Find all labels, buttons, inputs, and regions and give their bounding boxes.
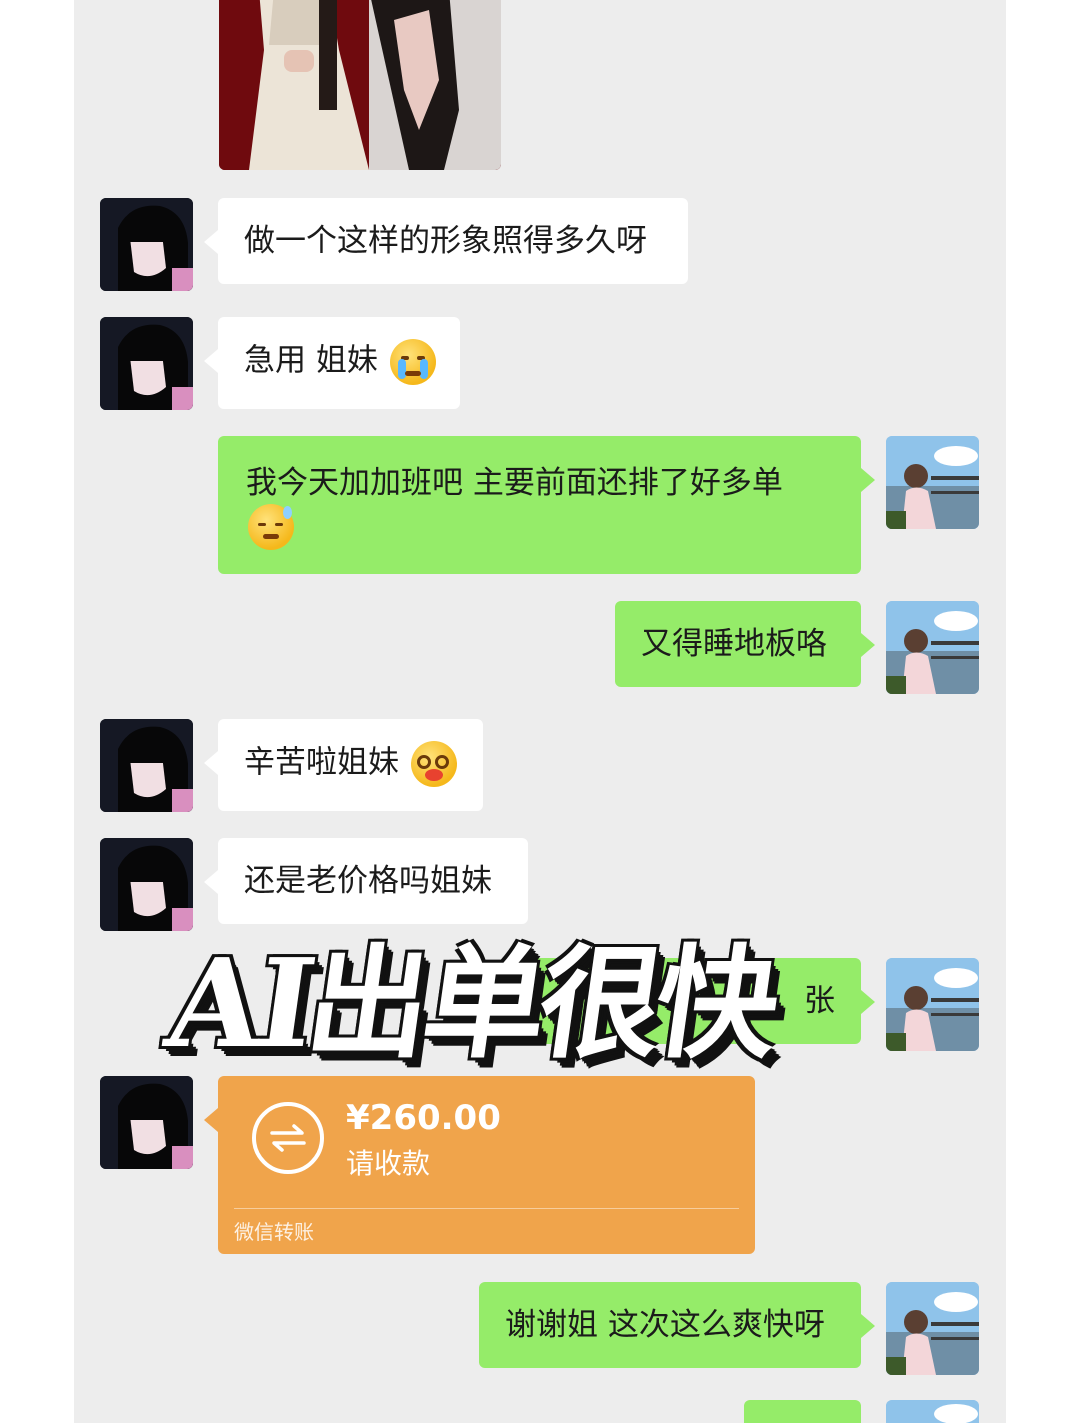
transfer-card[interactable]: ¥260.00 请收款 微信转账 [204, 1076, 755, 1254]
message-bubble-sent[interactable] [744, 1400, 861, 1423]
my-avatar[interactable] [886, 958, 979, 1051]
message-bubble-received[interactable]: 做一个这样的形象照得多久呀 [204, 198, 688, 284]
message-text: 做一个这样的形象照得多久呀 [244, 223, 647, 259]
my-avatar[interactable] [886, 601, 979, 694]
message-text: 我今天加加班吧 主要前面还排了好多单 [246, 465, 783, 501]
contact-avatar[interactable] [100, 838, 193, 931]
message-bubble-sent[interactable]: 我今天加加班吧 主要前面还排了好多单 [218, 436, 875, 574]
message-text: 谢谢姐 这次这么爽快呀 [505, 1307, 825, 1343]
message-text: 又得睡地板咯 [641, 626, 827, 662]
overlay-caption: AI出单很快 [158, 931, 783, 1075]
message-text: 辛苦啦姐妹 [244, 744, 399, 781]
my-avatar[interactable] [886, 1400, 979, 1423]
my-avatar[interactable] [886, 1282, 979, 1375]
message-bubble-received[interactable]: 急用 姐妹 [204, 317, 460, 409]
sweat-emoji-icon [248, 504, 294, 550]
transfer-label: 微信转账 [234, 1220, 314, 1244]
transfer-amount: ¥260.00 [346, 1098, 501, 1138]
message-text: 张 [804, 983, 835, 1019]
message-bubble-sent[interactable]: 又得睡地板咯 [615, 601, 875, 687]
message-text: 急用 姐妹 [244, 342, 378, 379]
message-bubble-sent[interactable]: 谢谢姐 这次这么爽快呀 [479, 1282, 875, 1368]
transfer-status: 请收款 [346, 1147, 431, 1180]
blushing-emoji-icon [410, 741, 457, 787]
contact-avatar[interactable] [100, 317, 193, 410]
chat-area: 做一个这样的形象照得多久呀 急用 姐妹 我今天加加班吧 主要前面还排了好多单 又… [74, 0, 1006, 1423]
contact-avatar[interactable] [100, 198, 193, 291]
contact-avatar[interactable] [100, 719, 193, 812]
transfer-arrows-icon [252, 1102, 324, 1174]
crying-emoji-icon [389, 339, 436, 385]
message-bubble-received[interactable]: 辛苦啦姐妹 [204, 719, 483, 811]
contact-avatar[interactable] [100, 1076, 193, 1169]
divider [234, 1208, 739, 1209]
message-text: 还是老价格吗姐妹 [244, 863, 492, 899]
my-avatar[interactable] [886, 436, 979, 529]
shared-photo[interactable] [219, 0, 501, 170]
